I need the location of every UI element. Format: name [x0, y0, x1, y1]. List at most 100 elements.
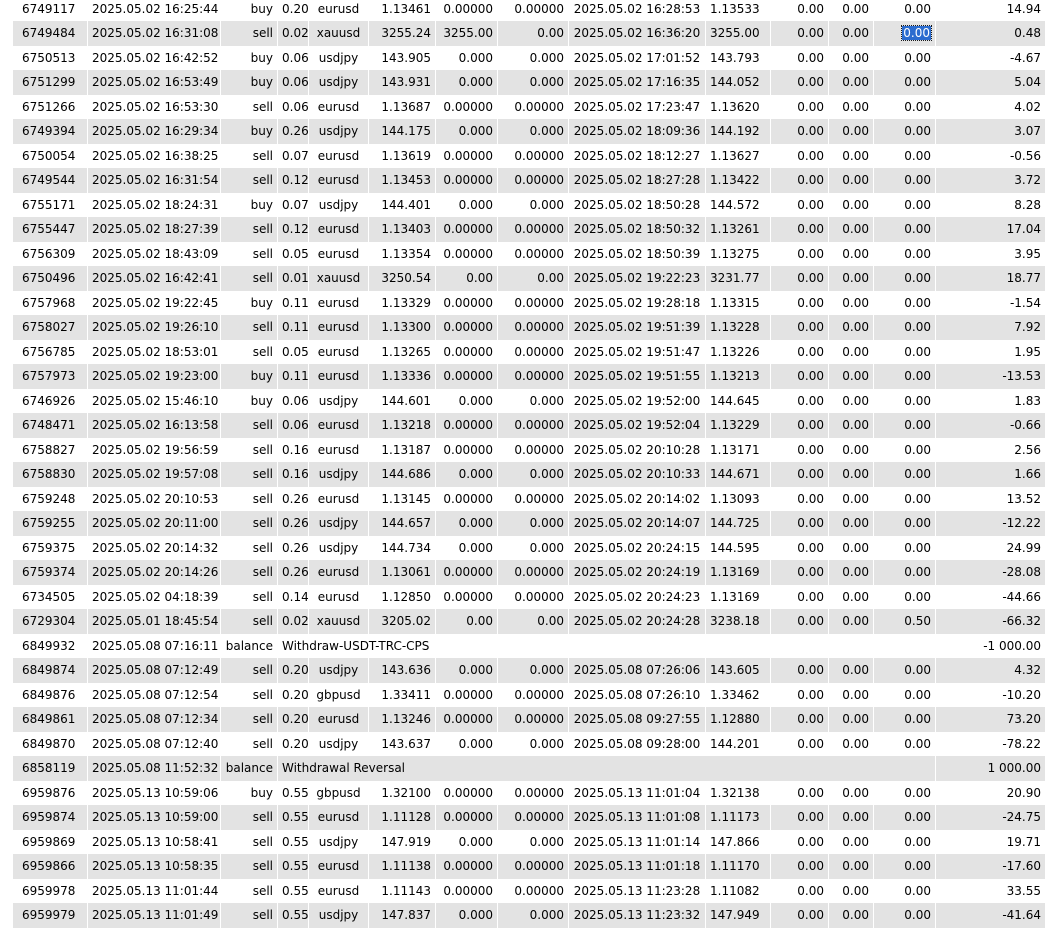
table-row[interactable]: 6959979 2025.05.13 11:01:49 sell 0.55 usdjpy…	[13, 903, 1046, 928]
take-profit-cell: 0.00000	[498, 339, 569, 364]
commission-cell: 0.00	[771, 339, 829, 364]
close-price-cell: 144.671	[706, 462, 771, 487]
table-row[interactable]: 6755447 2025.05.02 18:27:39 sell 0.12 eurusd…	[13, 217, 1046, 242]
table-row[interactable]: 6757968 2025.05.02 19:22:45 buy 0.11 eurusd 1…	[13, 290, 1046, 315]
taxes-cell: 0.00	[829, 217, 874, 242]
table-row[interactable]: 6750054 2025.05.02 16:38:25 sell 0.07 eurusd…	[13, 143, 1046, 168]
close-price-cell: 1.13226	[706, 339, 771, 364]
type-cell: sell	[221, 168, 278, 193]
ticket-cell: 6959978	[13, 878, 88, 903]
profit-cell: -78.22	[936, 731, 1046, 756]
table-row[interactable]: 6756785 2025.05.02 18:53:01 sell 0.05 eurusd…	[13, 339, 1046, 364]
take-profit-cell: 0.000	[498, 119, 569, 144]
comment-cell: Withdraw-USDT-TRC-CPS	[278, 633, 936, 658]
commission-cell: 0.00	[771, 143, 829, 168]
ticket-cell: 6758827	[13, 437, 88, 462]
table-row[interactable]: 6759375 2025.05.02 20:14:32 sell 0.26 usdjpy…	[13, 535, 1046, 560]
open-time-cell: 2025.05.01 18:45:54	[88, 609, 221, 634]
close-price-cell: 143.605	[706, 658, 771, 683]
close-price-cell: 147.949	[706, 903, 771, 928]
table-row[interactable]: 6849870 2025.05.08 07:12:40 sell 0.20 usdjpy…	[13, 731, 1046, 756]
profit-cell: 4.02	[936, 94, 1046, 119]
table-row[interactable]: 6758827 2025.05.02 19:56:59 sell 0.16 eurusd…	[13, 437, 1046, 462]
table-row[interactable]: 6757973 2025.05.02 19:23:00 buy 0.11 eurusd 1…	[13, 364, 1046, 389]
table-row[interactable]: 6959876 2025.05.13 10:59:06 buy 0.55 gbpusd 1…	[13, 780, 1046, 805]
table-row[interactable]: 6750496 2025.05.02 16:42:41 sell 0.01 xauusd…	[13, 266, 1046, 291]
taxes-cell: 0.00	[829, 339, 874, 364]
symbol-cell: usdjpy	[309, 45, 369, 70]
commission-cell: 0.00	[771, 413, 829, 438]
ticket-cell: 6959869	[13, 829, 88, 854]
symbol-cell: usdjpy	[309, 511, 369, 536]
table-row[interactable]: 6756309 2025.05.02 18:43:09 sell 0.05 eurusd…	[13, 241, 1046, 266]
profit-cell: 0.48	[936, 21, 1046, 46]
taxes-cell: 0.00	[829, 535, 874, 560]
swap-cell: 0.00	[874, 878, 936, 903]
table-row[interactable]: 6959978 2025.05.13 11:01:44 sell 0.55 eurusd…	[13, 878, 1046, 903]
taxes-cell: 0.00	[829, 658, 874, 683]
table-row[interactable]: 6959869 2025.05.13 10:58:41 sell 0.55 usdjpy…	[13, 829, 1046, 854]
balance-row[interactable]: 6849932 2025.05.08 07:16:11 balance Withdra…	[13, 633, 1046, 658]
swap-cell: 0.00	[874, 290, 936, 315]
table-row[interactable]: 6959874 2025.05.13 10:59:00 sell 0.55 eurusd…	[13, 805, 1046, 830]
swap-cell: 0.00	[874, 241, 936, 266]
table-row[interactable]: 6759248 2025.05.02 20:10:53 sell 0.26 eurusd…	[13, 486, 1046, 511]
close-time-cell: 2025.05.02 20:10:33	[569, 462, 706, 487]
balance-row[interactable]: 6858119 2025.05.08 11:52:32 balance Withdra…	[13, 756, 1046, 781]
ticket-cell: 6748471	[13, 413, 88, 438]
commission-cell: 0.00	[771, 70, 829, 95]
table-row[interactable]: 6746926 2025.05.02 15:46:10 buy 0.06 usdjpy 1…	[13, 388, 1046, 413]
commission-cell: 0.00	[771, 437, 829, 462]
close-price-cell: 1.13169	[706, 560, 771, 585]
table-row[interactable]: 6759255 2025.05.02 20:11:00 sell 0.26 usdjpy…	[13, 511, 1046, 536]
table-row[interactable]: 6849861 2025.05.08 07:12:34 sell 0.20 eurusd…	[13, 707, 1046, 732]
symbol-cell: usdjpy	[309, 119, 369, 144]
table-row[interactable]: 6749484 2025.05.02 16:31:08 sell 0.02 xauusd…	[13, 21, 1046, 46]
profit-cell: 13.52	[936, 486, 1046, 511]
table-row[interactable]: 6748471 2025.05.02 16:13:58 sell 0.06 eurusd…	[13, 413, 1046, 438]
stop-loss-cell: 0.00000	[436, 560, 498, 585]
table-row[interactable]: 6751266 2025.05.02 16:53:30 sell 0.06 eurusd…	[13, 94, 1046, 119]
take-profit-cell: 0.00000	[498, 805, 569, 830]
close-price-cell: 1.11082	[706, 878, 771, 903]
open-price-cell: 1.12850	[369, 584, 436, 609]
table-row[interactable]: 6749544 2025.05.02 16:31:54 sell 0.12 eurusd…	[13, 168, 1046, 193]
table-row[interactable]: 6758830 2025.05.02 19:57:08 sell 0.16 usdjpy…	[13, 462, 1046, 487]
profit-cell: -66.32	[936, 609, 1046, 634]
swap-cell: 0.00	[874, 143, 936, 168]
table-row[interactable]: 6759374 2025.05.02 20:14:26 sell 0.26 eurusd…	[13, 560, 1046, 585]
table-row[interactable]: 6749117 2025.05.02 16:25:44 buy 0.20 eurusd 1…	[13, 0, 1046, 21]
type-cell: sell	[221, 731, 278, 756]
table-row[interactable]: 6849874 2025.05.08 07:12:49 sell 0.20 usdjpy…	[13, 658, 1046, 683]
size-cell: 0.07	[278, 192, 309, 217]
selected-swap-value[interactable]: 0.00	[901, 25, 932, 42]
table-row[interactable]: 6729304 2025.05.01 18:45:54 sell 0.02 xauusd…	[13, 609, 1046, 634]
stop-loss-cell: 0.00000	[436, 241, 498, 266]
symbol-cell: gbpusd	[309, 682, 369, 707]
open-price-cell: 143.905	[369, 45, 436, 70]
table-row[interactable]: 6751299 2025.05.02 16:53:49 buy 0.06 usdjpy 1…	[13, 70, 1046, 95]
taxes-cell: 0.00	[829, 143, 874, 168]
table-row[interactable]: 6750513 2025.05.02 16:42:52 buy 0.06 usdjpy 1…	[13, 45, 1046, 70]
stop-loss-cell: 0.00000	[436, 94, 498, 119]
open-time-cell: 2025.05.02 19:26:10	[88, 315, 221, 340]
type-cell: sell	[221, 854, 278, 879]
table-row[interactable]: 6959866 2025.05.13 10:58:35 sell 0.55 eurusd…	[13, 854, 1046, 879]
type-cell: balance	[221, 756, 278, 781]
table-row[interactable]: 6755171 2025.05.02 18:24:31 buy 0.07 usdjpy 1…	[13, 192, 1046, 217]
taxes-cell: 0.00	[829, 486, 874, 511]
table-row[interactable]: 6849876 2025.05.08 07:12:54 sell 0.20 gbpusd…	[13, 682, 1046, 707]
symbol-cell: gbpusd	[309, 780, 369, 805]
table-row[interactable]: 6749394 2025.05.02 16:29:34 buy 0.26 usdjpy 1…	[13, 119, 1046, 144]
profit-cell: -1 000.00	[936, 633, 1046, 658]
open-price-cell: 1.13218	[369, 413, 436, 438]
type-cell: buy	[221, 364, 278, 389]
profit-cell: -24.75	[936, 805, 1046, 830]
type-cell: sell	[221, 903, 278, 928]
profit-cell: 19.71	[936, 829, 1046, 854]
close-price-cell: 1.13093	[706, 486, 771, 511]
table-row[interactable]: 6734505 2025.05.02 04:18:39 sell 0.14 eurusd…	[13, 584, 1046, 609]
table-row[interactable]: 6758027 2025.05.02 19:26:10 sell 0.11 eurusd…	[13, 315, 1046, 340]
taxes-cell: 0.00	[829, 560, 874, 585]
type-cell: sell	[221, 658, 278, 683]
